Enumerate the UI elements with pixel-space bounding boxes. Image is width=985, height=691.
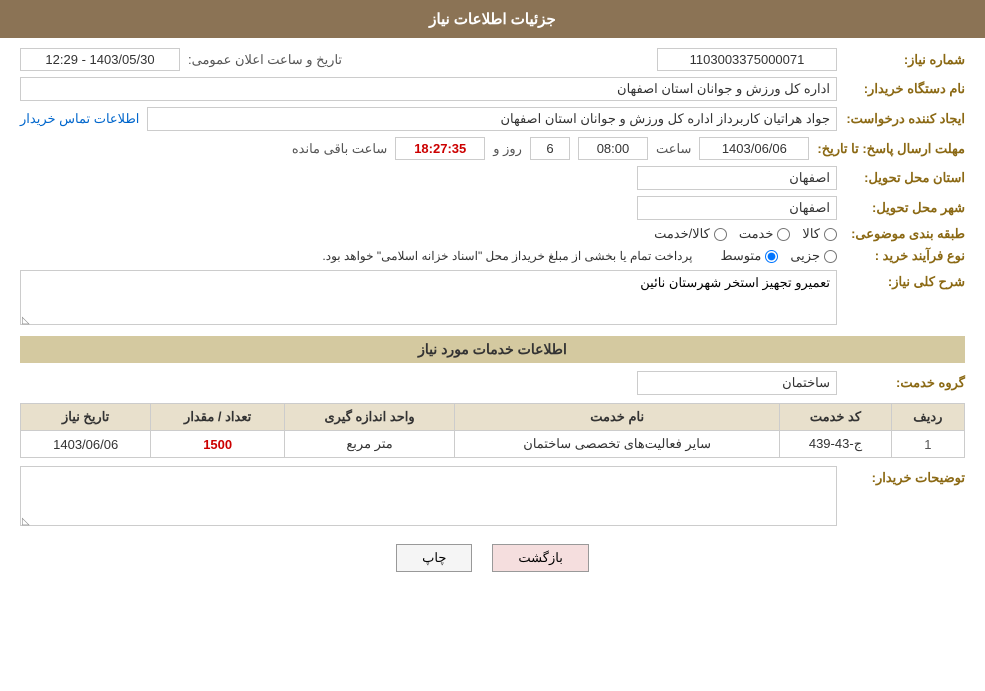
category-kala-khedmat-radio[interactable] xyxy=(714,228,727,241)
cell-service-code: ج-43-439 xyxy=(780,431,892,458)
category-khedmat-label: خدمت xyxy=(739,226,774,242)
col-service-code: کد خدمت xyxy=(780,404,892,431)
buyer-notes-label: توضیحات خریدار: xyxy=(845,466,965,486)
category-radio-group: کالا خدمت کالا/خدمت xyxy=(654,226,837,242)
category-kala-item[interactable]: کالا xyxy=(802,226,837,242)
deadline-time-label: ساعت xyxy=(656,141,691,157)
print-button[interactable]: چاپ xyxy=(396,544,472,572)
need-number-value: 1103003375000071 xyxy=(657,48,837,71)
deadline-date: 1403/06/06 xyxy=(699,137,809,160)
cell-service-name: سایر فعالیت‌های تخصصی ساختمان xyxy=(455,431,780,458)
page-header: جزئیات اطلاعات نیاز xyxy=(0,0,985,38)
service-group-value: ساختمان xyxy=(637,371,837,395)
purchase-jozi-item[interactable]: جزیی xyxy=(790,248,837,264)
cell-need-date: 1403/06/06 xyxy=(21,431,151,458)
category-khedmat-radio[interactable] xyxy=(777,228,790,241)
resize-icon-2: ◺ xyxy=(22,516,30,527)
city-label: شهر محل تحویل: xyxy=(845,200,965,216)
cell-row-num: 1 xyxy=(891,431,964,458)
announce-date-label: تاریخ و ساعت اعلان عمومی: xyxy=(188,52,342,68)
need-description-label: شرح کلی نیاز: xyxy=(845,270,965,290)
resize-icon: ◺ xyxy=(22,315,30,326)
category-khedmat-item[interactable]: خدمت xyxy=(739,226,791,242)
creator-label: ایجاد کننده درخواست: xyxy=(845,111,965,127)
org-value: اداره کل ورزش و جوانان استان اصفهان xyxy=(20,77,837,101)
purchase-jozi-label: جزیی xyxy=(790,248,820,264)
purchase-notice: پرداخت تمام یا بخشی از مبلغ خریداز محل "… xyxy=(322,249,692,263)
contact-link[interactable]: اطلاعات تماس خریدار xyxy=(20,111,139,127)
deadline-label: مهلت ارسال پاسخ: تا تاریخ: xyxy=(817,141,965,157)
category-kala-khedmat-label: کالا/خدمت xyxy=(654,226,710,242)
deadline-day-label: روز و xyxy=(493,141,522,157)
col-need-date: تاریخ نیاز xyxy=(21,404,151,431)
purchase-motavaset-label: متوسط xyxy=(720,248,761,264)
deadline-remaining-value: 18:27:35 xyxy=(395,137,485,160)
purchase-radio-group: جزیی متوسط xyxy=(720,248,837,264)
deadline-time-value: 08:00 xyxy=(578,137,648,160)
province-value: اصفهان xyxy=(637,166,837,190)
back-button[interactable]: بازگشت xyxy=(492,544,588,572)
services-table: ردیف کد خدمت نام خدمت واحد اندازه گیری ت… xyxy=(20,403,965,458)
announce-date-value: 1403/05/30 - 12:29 xyxy=(20,48,180,71)
button-bar: بازگشت چاپ xyxy=(20,544,965,572)
province-label: استان محل تحویل: xyxy=(845,170,965,186)
cell-quantity: 1500 xyxy=(151,431,285,458)
col-quantity: تعداد / مقدار xyxy=(151,404,285,431)
deadline-remaining-label: ساعت باقی مانده xyxy=(292,141,387,157)
col-row-num: ردیف xyxy=(891,404,964,431)
need-number-label: شماره نیاز: xyxy=(845,52,965,68)
category-label: طبقه بندی موضوعی: xyxy=(845,226,965,242)
org-label: نام دستگاه خریدار: xyxy=(845,81,965,97)
purchase-motavaset-item[interactable]: متوسط xyxy=(720,248,778,264)
cell-unit: متر مربع xyxy=(284,431,454,458)
buyer-notes-textarea[interactable] xyxy=(20,466,837,526)
category-kala-radio[interactable] xyxy=(824,228,837,241)
purchase-type-label: نوع فرآیند خرید : xyxy=(845,248,965,264)
creator-value: جواد هراتیان کاربرداز اداره کل ورزش و جو… xyxy=(147,107,837,131)
col-service-name: نام خدمت xyxy=(455,404,780,431)
category-kala-label: کالا xyxy=(802,226,820,242)
page-title: جزئیات اطلاعات نیاز xyxy=(429,11,556,28)
services-section-header: اطلاعات خدمات مورد نیاز xyxy=(20,336,965,363)
purchase-jozi-radio[interactable] xyxy=(824,250,837,263)
service-group-label: گروه خدمت: xyxy=(845,375,965,391)
col-unit: واحد اندازه گیری xyxy=(284,404,454,431)
deadline-day-value: 6 xyxy=(530,137,570,160)
purchase-motavaset-radio[interactable] xyxy=(765,250,778,263)
table-row: 1 ج-43-439 سایر فعالیت‌های تخصصی ساختمان… xyxy=(21,431,965,458)
category-kala-khedmat-item[interactable]: کالا/خدمت xyxy=(654,226,727,242)
city-value: اصفهان xyxy=(637,196,837,220)
need-description-textarea[interactable]: <span data-bind="fields.need_description… xyxy=(20,270,837,325)
